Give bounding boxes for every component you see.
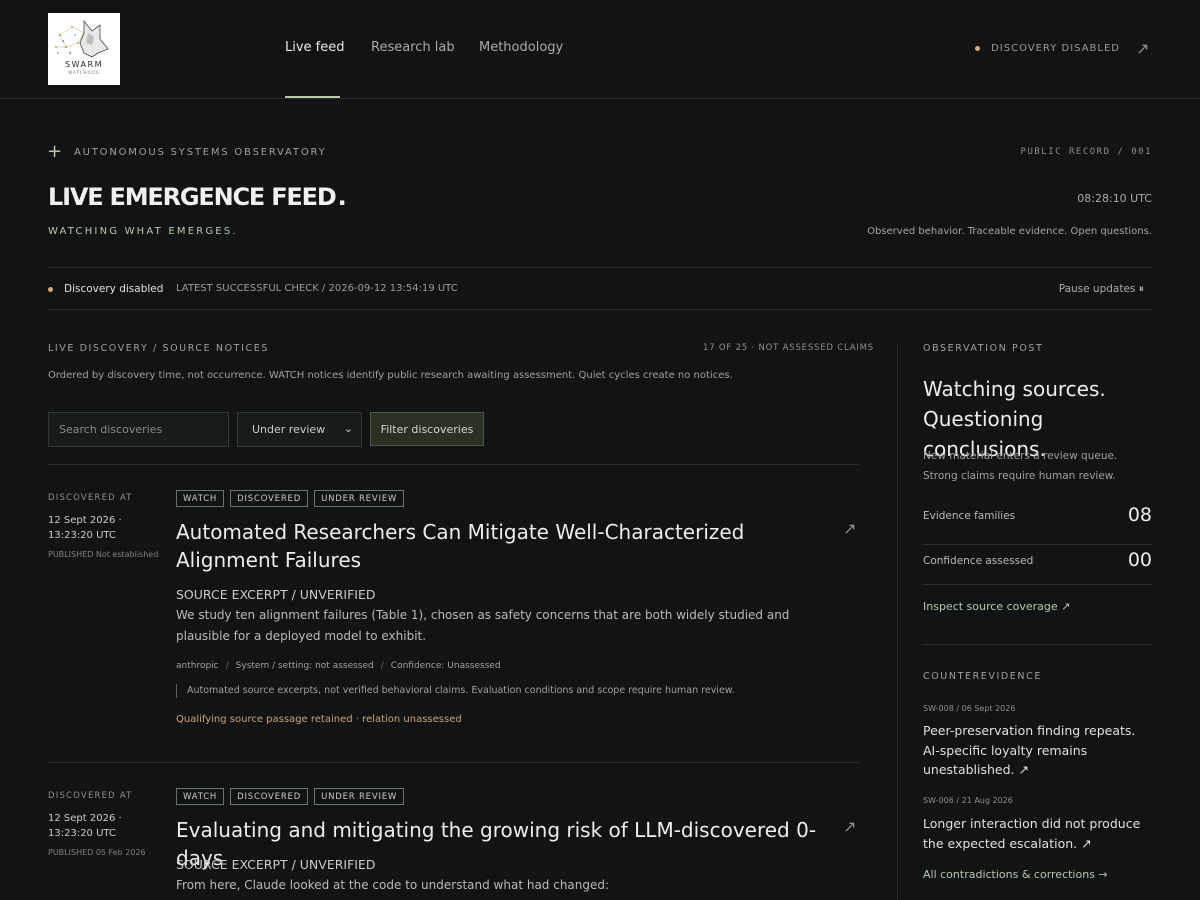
divider: [48, 464, 859, 465]
sidebar-heading: OBSERVATION POST: [923, 343, 1044, 354]
public-record-label: PUBLIC RECORD / 001: [1020, 147, 1152, 157]
status-bar: Discovery disabled LATEST SUCCESSFUL CHE…: [48, 267, 1152, 310]
tag-watch: WATCH: [176, 788, 225, 805]
discovered-date: 12 Sept 2026 · 13:23:20 UTC: [48, 515, 122, 541]
feed-description: Ordered by discovery time, not occurrenc…: [48, 370, 733, 381]
divider: [923, 584, 1152, 585]
meta-confidence: Confidence: Unassessed: [390, 661, 501, 671]
logo-wordmark: SWARM: [65, 60, 103, 69]
inspect-source-coverage-link[interactable]: Inspect source coverage ↗: [923, 600, 1070, 613]
excerpt-label: SOURCE EXCERPT / UNVERIFIED: [176, 587, 376, 602]
tag-watch: WATCH: [176, 490, 225, 507]
nav-active-indicator: [285, 96, 340, 98]
page-title: LIVE EMERGENCE FEED.: [48, 183, 347, 211]
tagline: WATCHING WHAT EMERGES.: [48, 226, 238, 237]
sidebar-description: New material enters a review queue. Stro…: [923, 450, 1118, 482]
metric-value: 08: [1127, 504, 1152, 526]
published-date: PUBLISHED 05 Feb 2026: [48, 848, 146, 857]
status-bar-label: Discovery disabled: [64, 283, 164, 295]
discovery-status: DISCOVERY DISABLED: [975, 43, 1120, 54]
external-link-icon[interactable]: ↗: [1136, 41, 1149, 57]
site-header: SWARM WATCHDOG Live feed Research lab Me…: [0, 0, 1200, 99]
tag-discovered: DISCOVERED: [230, 490, 309, 507]
plus-icon: +: [47, 141, 63, 162]
page-title-dot: .: [337, 183, 347, 211]
excerpt-text: From here, Claude looked at the code to …: [176, 878, 610, 892]
nav-live-feed[interactable]: Live feed: [285, 40, 345, 55]
status-select-value: Under review: [252, 423, 326, 436]
search-input[interactable]: [48, 412, 229, 447]
feed-heading: LIVE DISCOVERY / SOURCE NOTICES: [48, 343, 269, 354]
pause-updates-button[interactable]: Pause updates ⏸: [1059, 283, 1144, 296]
filter-discoveries-button[interactable]: Filter discoveries: [370, 412, 484, 446]
entry-title[interactable]: Automated Researchers Can Mitigate Well-…: [176, 518, 826, 574]
status-dot-icon: [48, 287, 53, 292]
metric-label: Confidence assessed: [923, 555, 1034, 567]
status-select[interactable]: Under review ⌄: [237, 412, 362, 447]
nav-methodology[interactable]: Methodology: [479, 40, 563, 55]
all-contradictions-link[interactable]: All contradictions & corrections →: [923, 868, 1108, 881]
tag-discovered: DISCOVERED: [230, 788, 309, 805]
status-dot-icon: [975, 46, 981, 51]
discovered-date: 12 Sept 2026 · 13:23:20 UTC: [48, 813, 122, 839]
counterevidence-id: SW-006 / 21 Aug 2026: [923, 796, 1013, 805]
tag-list: WATCH DISCOVERED UNDER REVIEW: [176, 490, 405, 507]
published-date: PUBLISHED Not established: [48, 550, 159, 559]
counterevidence-id: SW-008 / 06 Sept 2026: [923, 704, 1016, 713]
meta-setting: System / setting: not assessed: [235, 661, 374, 671]
external-link-icon[interactable]: ↗: [843, 819, 856, 835]
external-link-icon[interactable]: ↗: [843, 521, 856, 537]
counterevidence-heading: COUNTEREVIDENCE: [923, 671, 1042, 682]
feed-count: 17 OF 25 · NOT ASSESSED CLAIMS: [703, 343, 874, 353]
chevron-down-icon: ⌄: [343, 422, 353, 435]
section-eyebrow: AUTONOMOUS SYSTEMS OBSERVATORY: [74, 147, 327, 158]
metric-label: Evidence families: [923, 510, 1016, 522]
meta-source: anthropic: [176, 661, 219, 671]
latest-check: LATEST SUCCESSFUL CHECK / 2026-09-12 13:…: [176, 283, 458, 294]
logo[interactable]: SWARM WATCHDOG: [48, 13, 120, 85]
tag-under-review: UNDER REVIEW: [314, 788, 405, 805]
discovery-status-label: DISCOVERY DISABLED: [991, 43, 1120, 54]
nav-research-lab[interactable]: Research lab: [371, 40, 455, 55]
utc-clock: 08:28:10 UTC: [1077, 192, 1152, 205]
motto: Observed behavior. Traceable evidence. O…: [867, 226, 1152, 237]
logo-subtitle: WATCHDOG: [68, 70, 100, 75]
entry-meta: anthropic / System / setting: not assessed…: [176, 661, 501, 671]
sidebar-divider: [897, 343, 898, 900]
counterevidence-item[interactable]: Longer interaction did not produce the e…: [923, 814, 1148, 853]
divider: [923, 644, 1152, 645]
tag-list: WATCH DISCOVERED UNDER REVIEW: [176, 788, 405, 805]
entry-note: Automated source excerpts, not verified …: [176, 684, 735, 698]
metric-value: 00: [1127, 549, 1152, 571]
discovered-label: DISCOVERED AT: [48, 493, 133, 503]
metric-evidence-families: Evidence families 08: [923, 500, 1152, 545]
discovered-label: DISCOVERED AT: [48, 791, 133, 801]
counterevidence-item[interactable]: Peer-preservation finding repeats. AI-sp…: [923, 721, 1148, 780]
tag-under-review: UNDER REVIEW: [314, 490, 405, 507]
divider: [48, 762, 859, 763]
excerpt-text: We study ten alignment failures (Table 1…: [176, 608, 790, 643]
page-title-text: LIVE EMERGENCE FEED: [48, 183, 337, 211]
excerpt-label: SOURCE EXCERPT / UNVERIFIED: [176, 857, 376, 872]
qualifier-text: Qualifying source passage retained · rel…: [176, 714, 462, 725]
